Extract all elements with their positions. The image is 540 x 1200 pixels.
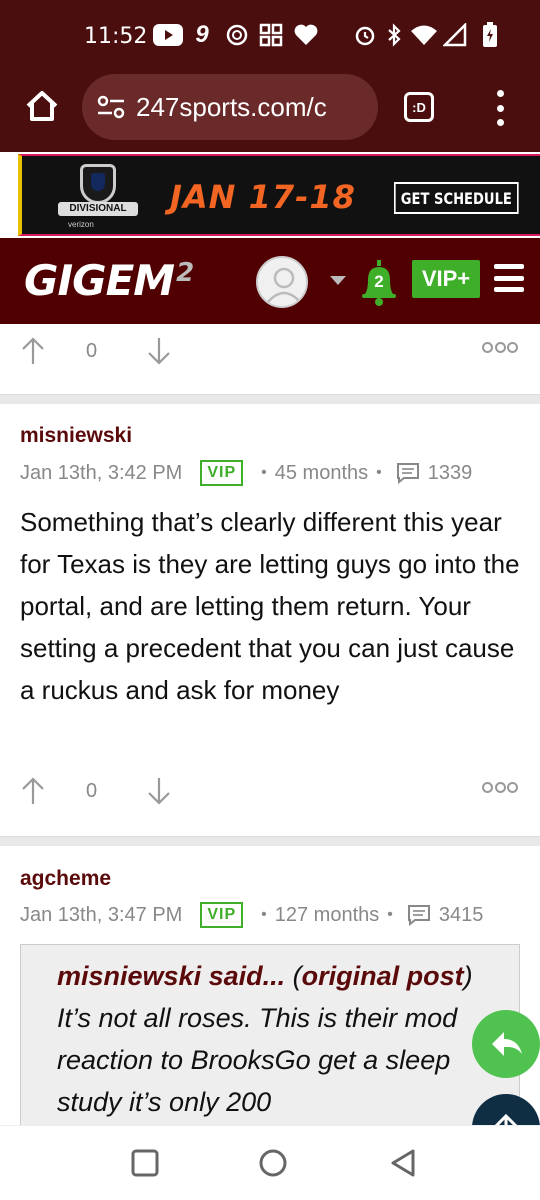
back-icon[interactable] [388,1148,418,1178]
menu-line [494,264,524,269]
meta-separator: • [376,464,382,481]
ad-creative[interactable]: DIVISIONAL verizon JAN 17-18 GET SCHEDUL… [18,154,540,236]
downvote-icon[interactable] [146,776,172,806]
site-logo[interactable]: GIGEM2 [24,256,194,305]
menu-dot [496,104,504,112]
recents-icon[interactable] [130,1148,160,1178]
nfl-playoffs-logo: DIVISIONAL verizon [58,162,138,232]
url-text: 247sports.com/c [136,92,327,122]
upvote-icon[interactable] [20,336,46,366]
more-options-icon[interactable] [482,342,518,356]
reply-button[interactable] [472,1010,540,1078]
meta-separator: • [261,906,267,923]
system-nav-bar [0,1125,540,1200]
post-count: 3415 [438,903,484,926]
site-settings-icon[interactable] [96,94,126,120]
get-schedule-button[interactable]: GET SCHEDULE [394,182,519,214]
wifi-icon [410,22,438,48]
avatar[interactable] [256,256,308,308]
meta-separator: • [387,906,393,923]
quote-paren-close: ) [463,961,473,991]
tab-switcher-button[interactable]: :D [404,92,434,122]
message-icon [407,905,430,926]
post-divider [0,394,540,404]
vote-count: 0 [86,340,98,362]
vip-badge: VIP [200,902,244,928]
site-logo-superscript: 2 [176,258,194,288]
user-icon [267,267,301,303]
more-dot [507,342,518,353]
scroll-top-button[interactable] [472,1094,540,1125]
quote-author[interactable]: misniewski said... [57,961,285,991]
notification-count: 2 [374,272,384,291]
post-divider [0,836,540,846]
quote-body: It’s not all roses. This is their mod re… [57,1003,458,1117]
ad-banner[interactable]: DIVISIONAL verizon JAN 17-18 GET SCHEDUL… [0,152,540,238]
original-post-link[interactable]: original post [302,961,464,991]
more-dot [482,782,493,793]
battery-icon [480,22,500,48]
openai-icon [224,22,250,48]
quote-text: misniewski said... (original post) It’s … [57,955,497,1123]
more-dot [482,342,493,353]
upvote-icon[interactable] [20,776,46,806]
more-dot [494,782,506,793]
menu-button[interactable] [494,264,524,292]
ad-badge: DIVISIONAL [58,202,138,216]
vip-plus-button[interactable]: VIP+ [412,260,480,298]
more-options-icon[interactable] [482,782,518,796]
menu-dot [496,90,504,97]
status-time: 11:52 [84,24,148,49]
post-meta: Jan 13th, 3:47 PM VIP • 127 months • 341… [20,900,483,930]
vote-count: 0 [86,780,98,802]
post-meta: Jan 13th, 3:42 PM VIP • 45 months • 1339 [20,458,472,488]
thread-content[interactable]: 0 misniewski Jan 13th, 3:42 PM VIP • 45 … [0,324,540,1125]
more-dot [507,782,518,793]
member-tenure: 45 months [274,461,369,484]
site-logo-text: GIGEM [24,256,175,305]
post-body: Something that’s clearly different this … [20,507,520,705]
menu-line [494,275,524,281]
downvote-icon[interactable] [146,336,172,366]
vip-badge: VIP [200,460,244,486]
post-author[interactable]: misniewski [20,424,132,448]
address-bar[interactable]: 247sports.com/c [82,74,378,140]
arrow-up-icon [494,1113,518,1125]
post-date: Jan 13th, 3:42 PM [20,461,183,484]
home-nav-icon[interactable] [258,1148,288,1178]
nfl-shield-icon [80,164,116,204]
home-icon [26,91,58,121]
message-icon [396,463,419,484]
more-dot [494,342,506,353]
vote-row: 0 [0,324,540,384]
reply-icon [492,1032,522,1056]
quote-paren-open: ( [285,961,302,991]
vote-row: 0 [0,764,540,824]
chevron-down-icon[interactable] [330,276,346,285]
site-header: GIGEM2 2 VIP+ [0,238,540,324]
home-button[interactable] [20,84,64,128]
browser-chrome: 11:52 9 247sports.com/c:D [0,0,540,152]
bluetooth-icon [384,22,404,48]
post-count: 1339 [427,461,473,484]
ad-dates: JAN 17-18 [170,178,356,216]
nine-icon: 9 [195,21,209,48]
youtube-icon [152,22,184,48]
status-bar: 11:52 9 [0,0,540,70]
member-tenure: 127 months [274,903,380,926]
post-author[interactable]: agcheme [20,867,111,891]
grid-icon [258,22,284,48]
heart-icon [292,22,320,48]
alarm-icon [352,22,378,48]
menu-line [494,287,524,292]
signal-icon [442,22,468,48]
notifications-button[interactable]: 2 [360,260,398,306]
browser-toolbar: 247sports.com/c :D [0,70,540,152]
menu-dot [496,119,504,126]
meta-separator: • [261,464,267,481]
browser-menu-button[interactable] [490,90,510,126]
post-date: Jan 13th, 3:47 PM [20,903,183,926]
quote-block: misniewski said... (original post) It’s … [20,944,520,1125]
ad-sponsor: verizon [68,220,94,229]
